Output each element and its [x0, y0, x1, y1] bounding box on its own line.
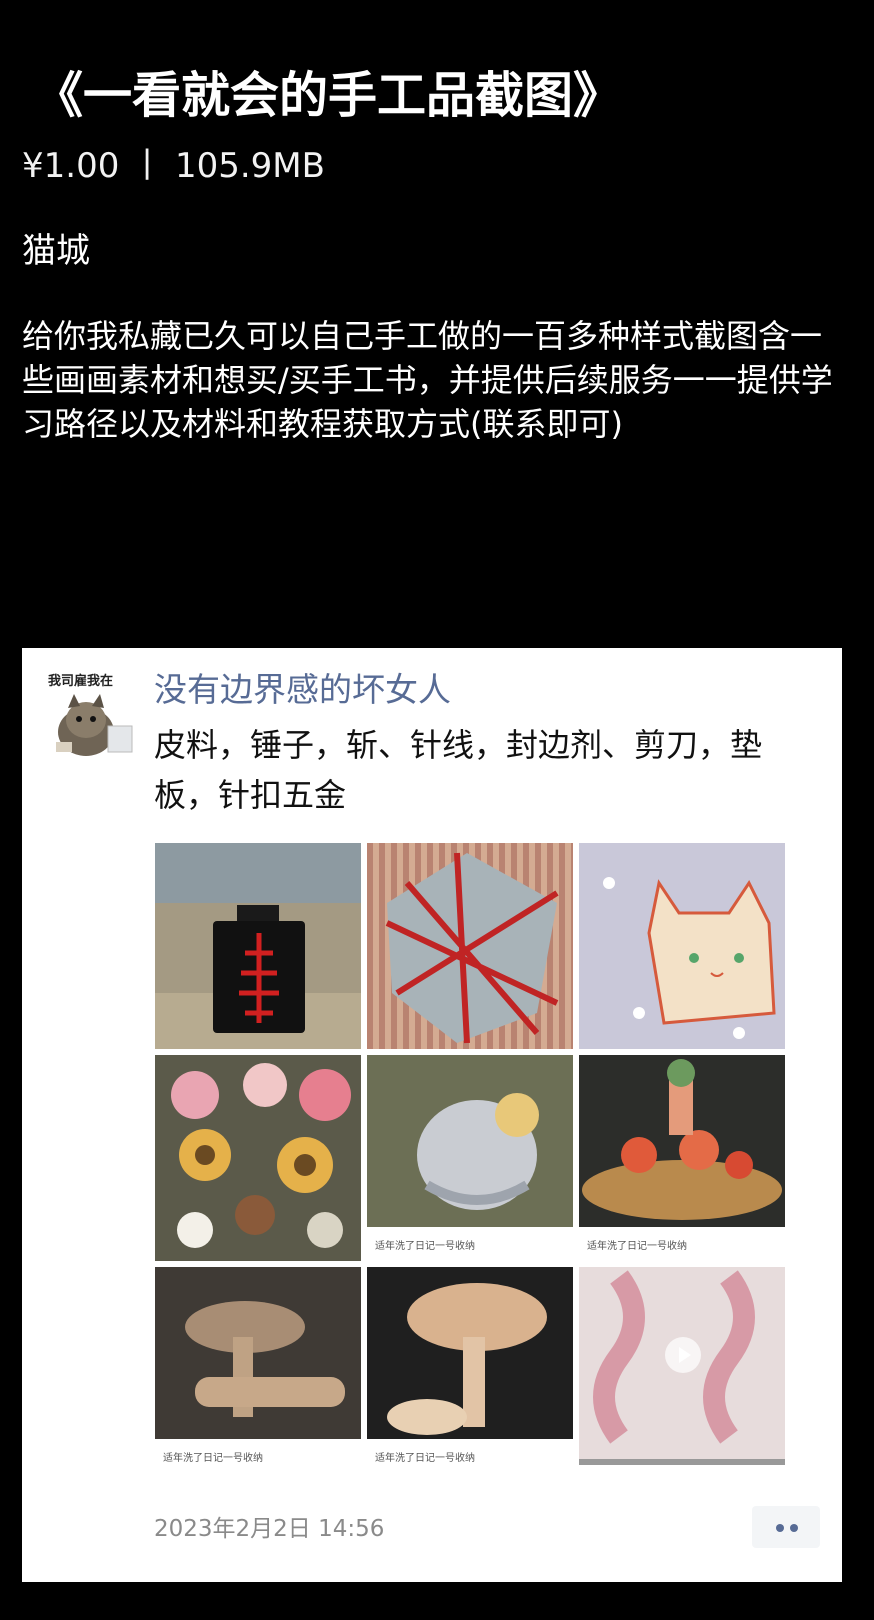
- image-caption: 适年洗了日记一号收纳: [367, 1439, 573, 1473]
- image-caption: 适年洗了日记一号收纳: [155, 1439, 361, 1473]
- image-tile[interactable]: [579, 1267, 785, 1473]
- image-caption: 适年洗了日记一号收纳: [367, 1227, 573, 1261]
- image-tile[interactable]: 适年洗了日记一号收纳: [155, 1267, 361, 1473]
- file-size: 105.9MB: [174, 146, 325, 186]
- image-tile[interactable]: [367, 843, 573, 1049]
- avatar-label: 我司雇我在: [48, 674, 114, 689]
- avatar: 我司雇我在: [42, 670, 138, 766]
- seller-name: 猫城: [22, 231, 90, 271]
- product-meta: ¥1.00 丨 105.9MB: [22, 143, 325, 189]
- post-text: 皮料，锤子，斩、针线，封边剂、剪刀，垫板，针扣五金: [154, 726, 763, 814]
- image-tile[interactable]: 适年洗了日记一号收纳: [367, 1055, 573, 1261]
- doll-figure-image: [367, 1055, 573, 1227]
- price: ¥1.00: [22, 146, 120, 186]
- dot-icon: [776, 1524, 784, 1532]
- woven-cushion-image: [367, 843, 573, 1049]
- separator: 丨: [130, 146, 165, 186]
- lace-figure-image: [367, 1267, 573, 1439]
- cat-avatar-icon: [48, 692, 134, 758]
- cat-keychain-image: [579, 843, 785, 1049]
- image-caption: 适年洗了日记一号收纳: [579, 1227, 785, 1261]
- dot-icon: [790, 1524, 798, 1532]
- moments-post-screenshot: 我司雇我在 没有边界感的坏女人 皮料，锤子，斩、针线，封边剂、剪刀，垫板，针扣五…: [22, 648, 842, 1582]
- image-tile[interactable]: [155, 843, 361, 1049]
- image-tile[interactable]: [579, 843, 785, 1049]
- play-icon[interactable]: [665, 1337, 701, 1373]
- clay-figure-image: [155, 1267, 361, 1439]
- image-tile[interactable]: 适年洗了日记一号收纳: [367, 1267, 573, 1473]
- image-tile[interactable]: 适年洗了日记一号收纳: [579, 1055, 785, 1261]
- image-tile[interactable]: [155, 1055, 361, 1261]
- product-description: 给你我私藏已久可以自己手工做的一百多种样式截图含一些画画素材和想买/买手工书，并…: [22, 317, 833, 443]
- product-title: 《一看就会的手工品截图》: [34, 67, 623, 124]
- post-timestamp: 2023年2月2日 14:56: [154, 1516, 385, 1542]
- crochet-flowers-image: [155, 1055, 361, 1261]
- perfume-bottle-image: [155, 843, 361, 1049]
- image-grid: 适年洗了日记一号收纳 适年洗了日记一号收纳 适年洗了日记一号收纳 适年洗了日记一…: [155, 843, 785, 1473]
- more-options-button[interactable]: [752, 1506, 820, 1548]
- mushroom-garden-image: [579, 1055, 785, 1227]
- poster-name[interactable]: 没有边界感的坏女人: [154, 668, 451, 712]
